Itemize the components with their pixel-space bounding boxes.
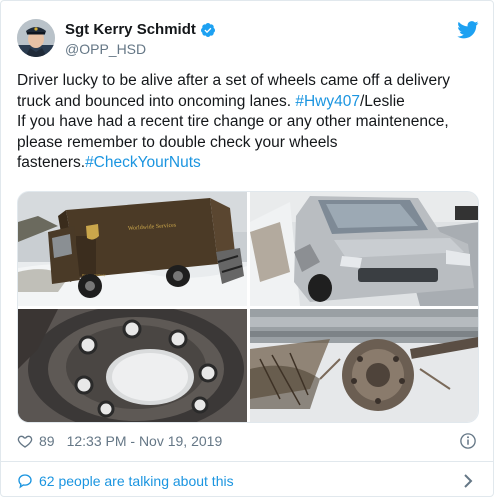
tweet-line-2: truck and bounced into oncoming lanes. #… [17, 92, 479, 113]
tweet-line-2-text: truck and bounced into oncoming lanes. [17, 92, 296, 110]
photo-truck-in-ditch[interactable]: Worldwide Services Package Delivery [18, 192, 247, 306]
tweet-header: Sgt Kerry Schmidt @OPP_HSD [17, 15, 479, 61]
photo-damaged-car[interactable] [250, 192, 478, 306]
tweet-meta: 89 12:33 PM - Nov 19, 2019 [17, 431, 479, 451]
twitter-bird-icon[interactable] [457, 21, 479, 39]
tweet-line-4: please remember to double check your whe… [17, 133, 338, 151]
author-name-row[interactable]: Sgt Kerry Schmidt [65, 21, 216, 38]
hashtag-hwy407[interactable]: #Hwy407 [295, 93, 360, 110]
divider [1, 461, 494, 462]
tweet-line-2-suffix: /Leslie [359, 92, 405, 110]
avatar[interactable] [17, 19, 55, 57]
speech-bubble-icon [18, 474, 32, 489]
heart-icon[interactable] [17, 433, 33, 449]
tweet-line-5-text: fasteners. [17, 154, 86, 171]
tweet-line-3: If you have had a recent tire change or … [17, 113, 449, 130]
chevron-right-icon[interactable] [463, 473, 473, 489]
tweet-line-1: Driver lucky to be alive after a set of … [17, 72, 451, 89]
author-handle[interactable]: @OPP_HSD [65, 41, 146, 57]
conversation-label[interactable]: 62 people are talking about this [39, 473, 234, 489]
tweet-card: Sgt Kerry Schmidt @OPP_HSD Driver lucky … [0, 0, 494, 497]
tweet-line-5: fasteners.#CheckYourNuts [17, 153, 479, 174]
info-icon[interactable] [459, 432, 477, 450]
photo-axle-in-snow[interactable] [250, 309, 478, 422]
photo-wheel-hub[interactable] [18, 309, 247, 422]
verified-icon [200, 22, 215, 37]
author-name[interactable]: Sgt Kerry Schmidt [65, 21, 196, 38]
hashtag-checkyournuts[interactable]: #CheckYourNuts [85, 154, 201, 171]
conversation-link[interactable]: 62 people are talking about this [17, 471, 479, 491]
timestamp[interactable]: 12:33 PM - Nov 19, 2019 [67, 433, 223, 449]
tweet-text: Driver lucky to be alive after a set of … [17, 71, 479, 174]
like-count[interactable]: 89 [39, 433, 55, 449]
photo-grid: Worldwide Services Package Delivery [17, 191, 479, 423]
